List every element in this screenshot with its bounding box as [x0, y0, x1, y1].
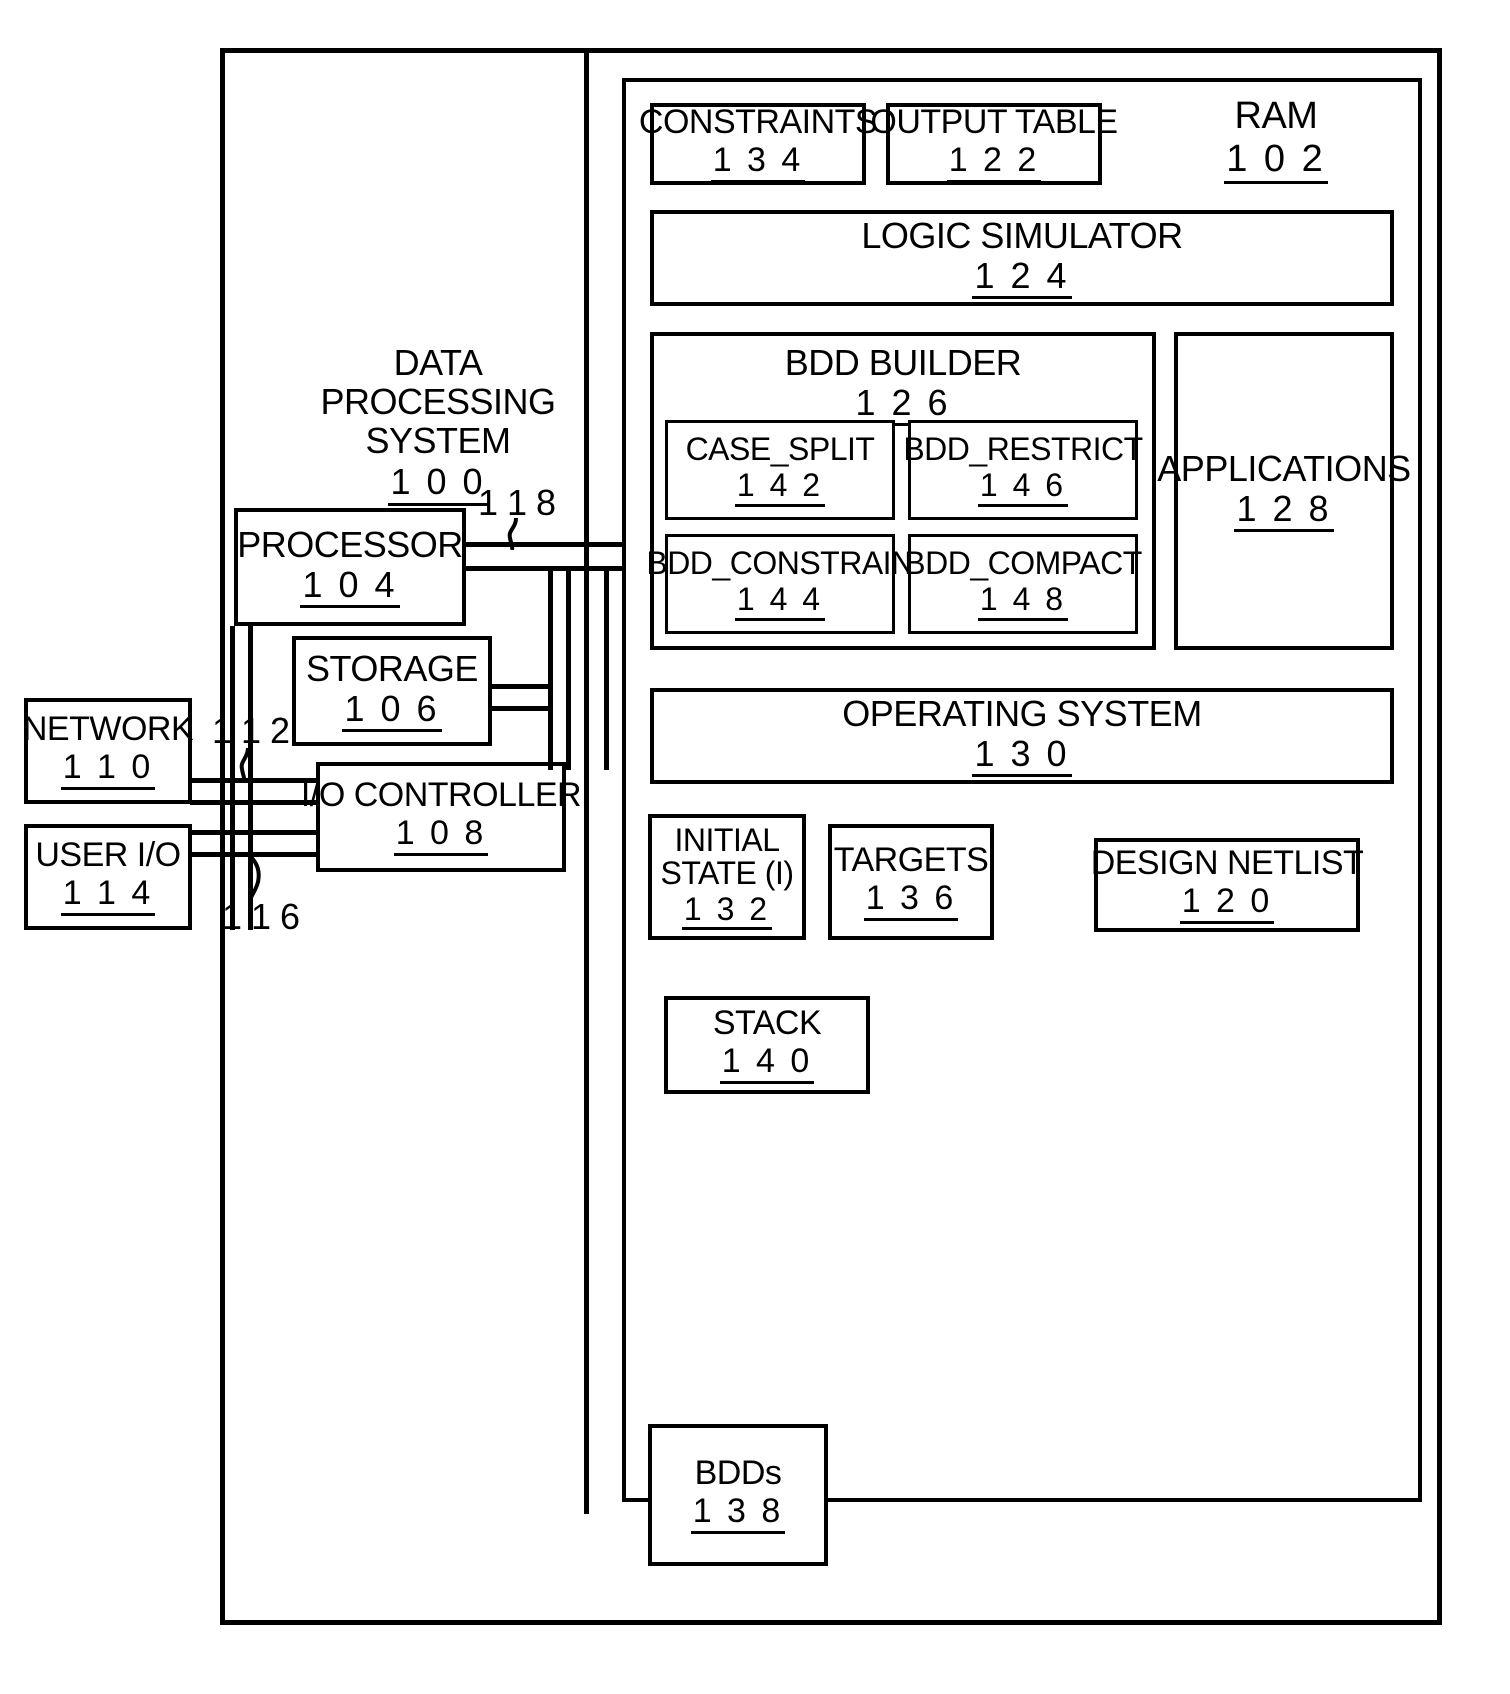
- wire-bus-riser-d: [566, 566, 571, 770]
- wire-main-vertical-trunk: [584, 48, 589, 1514]
- io-controller-box[interactable]: I/O CONTROLLER 1 0 8: [301, 762, 582, 872]
- ram-label: RAM: [1234, 95, 1318, 137]
- targets-label: TARGETS: [833, 841, 989, 880]
- applications-box[interactable]: APPLICATIONS 1 2 8: [1157, 332, 1411, 650]
- bdd-restrict-label: BDD_RESTRICT: [903, 431, 1143, 468]
- processor-box[interactable]: PROCESSOR 1 0 4: [234, 508, 466, 626]
- user-io-box[interactable]: USER I/O 1 1 4: [24, 824, 192, 930]
- output-table-box[interactable]: OUTPUT TABLE 1 2 2: [870, 103, 1118, 185]
- operating-system-number: 1 3 0: [972, 735, 1072, 777]
- operating-system-label: OPERATING SYSTEM: [842, 693, 1202, 735]
- design-netlist-box[interactable]: DESIGN NETLIST 1 2 0: [1091, 838, 1364, 932]
- bus-116-leader: [248, 856, 261, 900]
- bdd-compact-number: 1 4 8: [977, 582, 1069, 621]
- wire-bus-riser-b: [604, 566, 609, 770]
- applications-number: 1 2 8: [1234, 490, 1334, 532]
- applications-label: APPLICATIONS: [1157, 448, 1411, 490]
- targets-box[interactable]: TARGETS 1 3 6: [828, 824, 994, 940]
- wire-storage-to-bus-top: [490, 684, 552, 689]
- storage-number: 1 0 6: [342, 690, 442, 732]
- logic-simulator-label: LOGIC SIMULATOR: [861, 215, 1183, 257]
- network-number: 1 1 0: [60, 749, 156, 790]
- initial-state-label-line2: STATE (I): [660, 855, 794, 892]
- wire-userio-to-io-top: [190, 830, 318, 835]
- wire-processor-to-ram-top: [464, 542, 624, 547]
- bus-112-label: 1 1 2: [212, 710, 290, 751]
- design-netlist-label: DESIGN NETLIST: [1090, 844, 1364, 883]
- bus-118-leader: [507, 518, 518, 550]
- initial-state-box[interactable]: INITIAL STATE (I) 1 3 2: [648, 814, 806, 940]
- bdd-restrict-box[interactable]: BDD_RESTRICT 1 4 6: [903, 420, 1143, 520]
- network-label: NETWORK: [22, 710, 194, 749]
- bdd-constrain-label: BDD_CONSTRAIN: [646, 545, 914, 582]
- network-box[interactable]: NETWORK 1 1 0: [22, 698, 194, 804]
- case-split-number: 1 4 2: [734, 468, 826, 507]
- constraints-box[interactable]: CONSTRAINTS 1 3 4: [639, 103, 878, 185]
- constraints-number: 1 3 4: [710, 142, 806, 183]
- stack-number: 1 4 0: [719, 1043, 815, 1084]
- processor-label: PROCESSOR: [237, 524, 463, 566]
- user-io-number: 1 1 4: [60, 875, 156, 916]
- ram-label-group: RAM 1 0 2: [1196, 95, 1356, 185]
- processor-number: 1 0 4: [300, 566, 400, 608]
- bdd-constrain-box[interactable]: BDD_CONSTRAIN 1 4 4: [646, 534, 914, 634]
- constraints-label: CONSTRAINTS: [638, 103, 878, 142]
- system-title-label: DATA PROCESSING SYSTEM: [320, 342, 556, 461]
- logic-simulator-number: 1 2 4: [972, 257, 1072, 299]
- bus-112-leader: [239, 748, 250, 782]
- io-controller-label: I/O CONTROLLER: [300, 776, 582, 815]
- bdds-number: 1 3 8: [690, 1493, 786, 1534]
- bdd-constrain-number: 1 4 4: [734, 582, 826, 621]
- storage-label: STORAGE: [306, 648, 478, 690]
- bus-116-label: 1 1 6: [222, 896, 300, 937]
- initial-state-label-line1: INITIAL: [674, 821, 780, 858]
- bus-112-text: 1 1 2: [212, 710, 290, 751]
- case-split-box[interactable]: CASE_SPLIT 1 4 2: [665, 420, 895, 520]
- targets-number: 1 3 6: [863, 880, 959, 921]
- bdd-builder-label: BDD BUILDER: [784, 342, 1022, 383]
- bdd-restrict-number: 1 4 6: [977, 468, 1069, 507]
- bdds-label: BDDs: [694, 1454, 782, 1493]
- user-io-label: USER I/O: [35, 836, 181, 875]
- output-table-number: 1 2 2: [946, 142, 1042, 183]
- stack-box[interactable]: STACK 1 4 0: [664, 996, 870, 1094]
- case-split-label: CASE_SPLIT: [685, 431, 875, 468]
- patent-block-diagram: RAM 1 0 2 CONSTRAINTS 1 3 4 OUTPUT TABLE…: [0, 0, 1510, 1694]
- operating-system-box[interactable]: OPERATING SYSTEM 1 3 0: [650, 688, 1394, 784]
- io-controller-number: 1 0 8: [393, 815, 489, 856]
- wire-bus-riser-c: [548, 566, 553, 770]
- stack-label: STACK: [712, 1004, 822, 1043]
- bus-116-text: 1 1 6: [222, 896, 300, 937]
- logic-simulator-box[interactable]: LOGIC SIMULATOR 1 2 4: [650, 210, 1394, 306]
- design-netlist-number: 1 2 0: [1179, 883, 1275, 924]
- initial-state-number: 1 3 2: [681, 892, 773, 931]
- bdds-box[interactable]: BDDs 1 3 8: [648, 1424, 828, 1566]
- output-table-label: OUTPUT TABLE: [870, 103, 1118, 142]
- bdd-compact-box[interactable]: BDD_COMPACT 1 4 8: [904, 534, 1142, 634]
- ram-number: 1 0 2: [1224, 138, 1328, 185]
- storage-box[interactable]: STORAGE 1 0 6: [292, 636, 492, 746]
- system-title-number: 1 0 0: [388, 462, 488, 506]
- wire-processor-to-ram-bottom: [464, 566, 624, 571]
- bdd-compact-label: BDD_COMPACT: [904, 545, 1142, 582]
- wire-network-to-io-bottom: [190, 800, 318, 805]
- wire-storage-to-bus-bottom: [490, 706, 552, 711]
